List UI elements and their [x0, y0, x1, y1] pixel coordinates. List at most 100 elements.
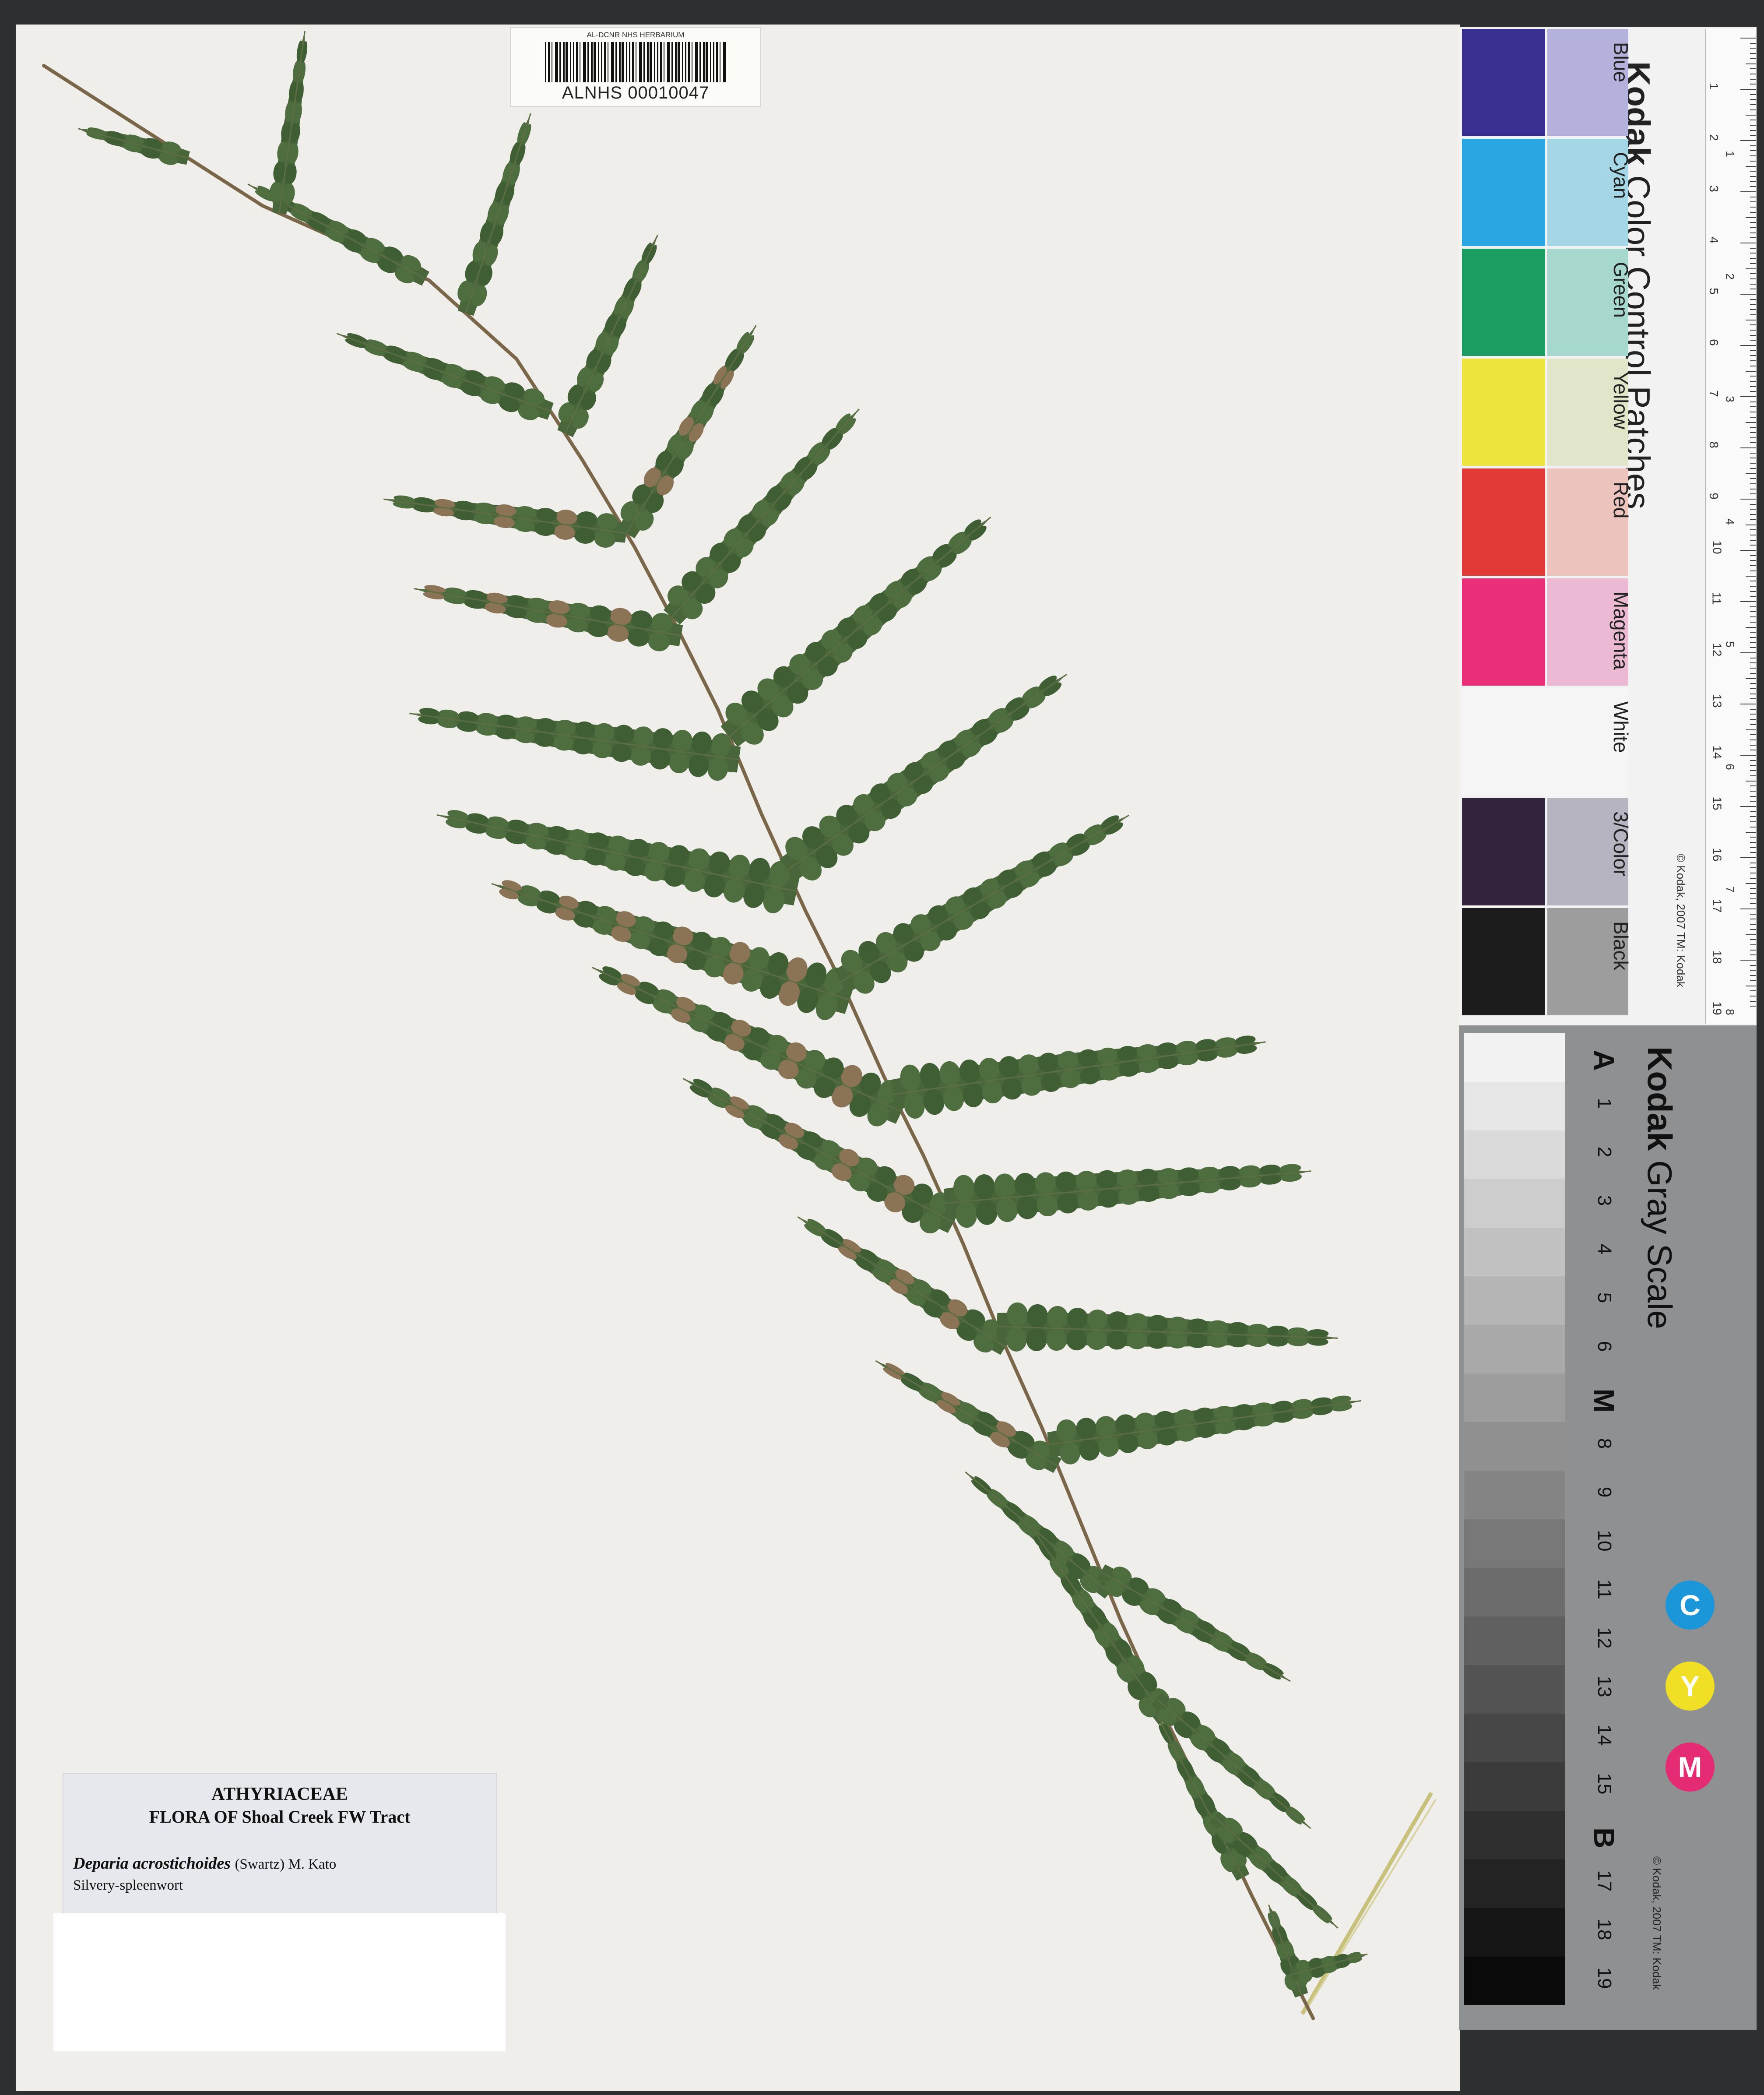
color-patch-5 [1462, 578, 1545, 686]
ruler-tick [1740, 345, 1756, 346]
ruler-tick [1740, 857, 1756, 858]
ruler-tick [1750, 796, 1756, 797]
ruler-tick [1750, 391, 1756, 392]
gray-step-label: 2 [1594, 1146, 1615, 1158]
ruler-tick [1750, 965, 1756, 966]
ruler-tick [1746, 217, 1756, 218]
barcode-bar [629, 42, 630, 82]
pinna-costa [1035, 1533, 1167, 1720]
barcode-icon [545, 42, 726, 82]
ruler-cm-label: 18 [1710, 950, 1724, 964]
color-patch-label: Green [1609, 262, 1632, 318]
ruler-tick [1746, 627, 1756, 628]
barcode-bar [660, 42, 662, 82]
ruler-tick [1750, 263, 1756, 264]
barcode-bar [657, 42, 658, 82]
barcode-bar [619, 42, 621, 82]
gray-step-patch [1464, 1957, 1565, 2005]
ruler-tick [1750, 222, 1756, 223]
ruler-tick [1750, 58, 1756, 59]
gray-step-patch [1464, 1373, 1565, 1422]
gray-step-label: 4 [1594, 1243, 1615, 1255]
ruler-tick [1746, 114, 1756, 116]
barcode-bar [583, 42, 586, 82]
ruler-tick [1746, 831, 1756, 833]
ruler-cm-label: 14 [1710, 745, 1724, 759]
ruler-tick [1750, 929, 1756, 930]
color-patch-label: Blue [1609, 42, 1632, 83]
ruler-tick [1740, 89, 1756, 90]
barcode-bar [695, 42, 698, 82]
gray-step-patch [1464, 1762, 1565, 1811]
ruler-inch-label: 8 [1723, 1009, 1737, 1015]
ruler-tick [1750, 304, 1756, 305]
barcode-bar [716, 42, 718, 82]
gray-step-patch [1464, 1325, 1565, 1373]
ruler-tick [1750, 632, 1756, 633]
barcode-bar [626, 42, 627, 82]
pinna-costa [965, 1471, 1110, 1594]
barcode-bar [667, 42, 670, 82]
color-patch-4 [1462, 468, 1545, 576]
ruler-tick [1750, 898, 1756, 899]
pinna-costa [797, 1216, 1006, 1348]
gray-step-patch [1464, 1519, 1565, 1568]
barcode-bar [611, 42, 614, 82]
barcode-bar [591, 42, 593, 82]
ruler-tick [1750, 668, 1756, 669]
ruler-cm-label: 13 [1710, 694, 1724, 708]
ruler-cm-label: 4 [1707, 236, 1721, 243]
flora-title: FLORA OF Shoal Creek FW Tract [149, 1807, 411, 1827]
ruler-tick [1746, 678, 1756, 679]
gray-step-label: 15 [1594, 1773, 1615, 1795]
gray-step-label: 14 [1594, 1724, 1615, 1746]
ruler-tick [1750, 201, 1756, 203]
ruler-tick [1750, 990, 1756, 992]
ruler-tick [1746, 729, 1756, 730]
ruler-cm-label: 11 [1710, 592, 1724, 605]
gray-step-label: 6 [1594, 1341, 1615, 1352]
ruler-tick [1750, 232, 1756, 233]
ruler-tick [1750, 949, 1756, 951]
gray-step-patch [1464, 1859, 1565, 1908]
ruler-cm-label: 16 [1710, 848, 1724, 862]
barcode-bar [710, 42, 711, 82]
ruler-tick [1746, 575, 1756, 577]
color-patch-label: Magenta [1609, 592, 1632, 670]
gray-step-label: 10 [1594, 1530, 1615, 1552]
ruler-cm-label: 5 [1707, 288, 1721, 295]
ruler-tick [1750, 94, 1756, 95]
ruler-tick [1750, 299, 1756, 300]
ruler-tick [1750, 350, 1756, 351]
ruler-tick [1750, 380, 1756, 382]
pinna-costa [787, 673, 1067, 871]
ruler-cm-label: 3 [1707, 185, 1721, 192]
ruler-tick [1750, 478, 1756, 479]
barcode-bar [598, 42, 599, 82]
ruler-tick [1750, 171, 1756, 172]
ruler-inch-label: 4 [1723, 518, 1737, 525]
fern-pinna [875, 1360, 1062, 1473]
ruler-tick [1750, 145, 1756, 146]
gray-step-label: 18 [1594, 1919, 1615, 1940]
gray-step-label: A [1588, 1050, 1620, 1071]
barcode-bar [643, 42, 645, 82]
grass-blade [1300, 1792, 1433, 2015]
gray-step-patch [1464, 1276, 1565, 1325]
color-patch-0 [1462, 29, 1545, 136]
fern-pinna [1035, 1533, 1174, 1725]
ruler-tick [1750, 78, 1756, 80]
ruler-tick [1750, 401, 1756, 402]
ruler-tick [1750, 186, 1756, 187]
color-patch-label: Yellow [1609, 372, 1632, 430]
fern-pinna [414, 585, 683, 651]
barcode-bar [576, 42, 578, 82]
barcode-bar [685, 42, 686, 82]
ruler-tick [1750, 708, 1756, 710]
gray-card-brand: Kodak [1641, 1046, 1679, 1151]
ruler-inch-label: 2 [1723, 273, 1737, 280]
ruler-tick [1750, 785, 1756, 787]
fern-pinna [720, 516, 991, 747]
ruler-tick [1750, 560, 1756, 561]
ruler-tick [1750, 124, 1756, 126]
